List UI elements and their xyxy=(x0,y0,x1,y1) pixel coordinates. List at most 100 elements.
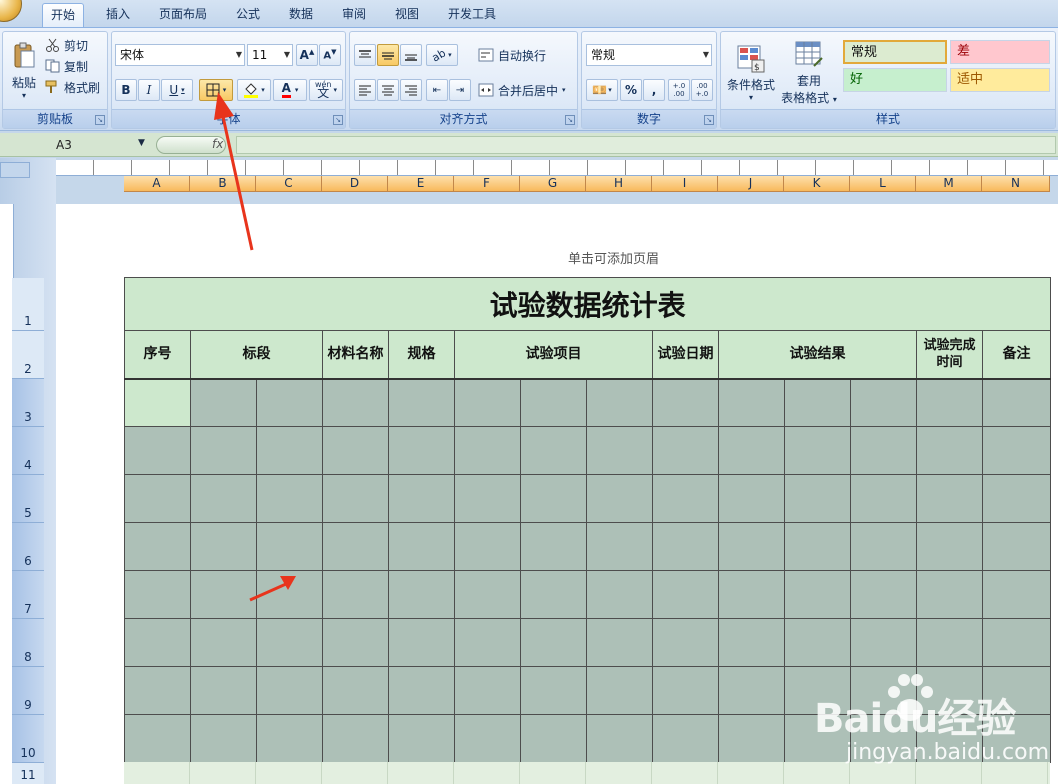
table-cell[interactable] xyxy=(520,426,587,475)
tab-view[interactable]: 视图 xyxy=(387,3,427,27)
table-cell[interactable] xyxy=(124,666,191,715)
table-cell[interactable] xyxy=(916,570,983,619)
table-cell[interactable] xyxy=(718,378,785,427)
table-cell[interactable] xyxy=(586,426,653,475)
table-cell[interactable] xyxy=(256,426,323,475)
header-cell[interactable]: 试验日期 xyxy=(652,330,719,380)
increase-indent-button[interactable]: ⇥ xyxy=(449,79,471,101)
column-header-g[interactable]: G xyxy=(520,176,586,192)
row-header-9[interactable]: 9 xyxy=(12,667,44,715)
table-cell[interactable] xyxy=(916,522,983,571)
table-cell[interactable] xyxy=(916,378,983,427)
table-cell[interactable] xyxy=(520,378,587,427)
active-cell[interactable] xyxy=(124,378,191,427)
cut-button[interactable]: 剪切 xyxy=(45,36,88,54)
percent-button[interactable]: % xyxy=(620,79,642,101)
currency-button[interactable]: 💴 ▾ xyxy=(586,79,618,101)
table-cell[interactable] xyxy=(322,618,389,667)
table-cell[interactable] xyxy=(454,714,521,763)
table-cell[interactable] xyxy=(586,666,653,715)
table-cell[interactable] xyxy=(652,474,719,523)
table-cell[interactable] xyxy=(981,522,1052,571)
table-cell[interactable] xyxy=(454,666,521,715)
header-cell[interactable]: 试验结果 xyxy=(718,330,917,380)
column-header-c[interactable]: C xyxy=(256,176,322,192)
table-cell[interactable] xyxy=(322,378,389,427)
row-header-3[interactable]: 3 xyxy=(12,379,44,427)
format-painter-button[interactable]: 格式刷 xyxy=(45,78,100,96)
table-cell[interactable] xyxy=(388,522,455,571)
table-cell[interactable] xyxy=(388,570,455,619)
table-cell[interactable] xyxy=(784,618,851,667)
column-header-d[interactable]: D xyxy=(322,176,388,192)
table-cell[interactable] xyxy=(256,570,323,619)
merge-center-button[interactable]: 合并后居中 ▾ xyxy=(478,80,566,100)
style-neutral[interactable]: 适中 xyxy=(950,68,1050,92)
alignment-launcher-icon[interactable]: ↘ xyxy=(565,115,575,125)
row-header-6[interactable]: 6 xyxy=(12,523,44,571)
table-cell[interactable] xyxy=(981,618,1052,667)
column-header-a[interactable]: A xyxy=(124,176,190,192)
tab-developer[interactable]: 开发工具 xyxy=(440,3,504,27)
table-cell[interactable] xyxy=(124,474,191,523)
tab-page-layout[interactable]: 页面布局 xyxy=(151,3,215,27)
row-header-10[interactable]: 10 xyxy=(12,715,44,763)
table-cell[interactable] xyxy=(124,714,191,763)
table-cell[interactable] xyxy=(784,426,851,475)
header-cell[interactable]: 序号 xyxy=(124,330,191,380)
tab-formulas[interactable]: 公式 xyxy=(228,3,268,27)
column-header-f[interactable]: F xyxy=(454,176,520,192)
table-cell[interactable] xyxy=(190,570,257,619)
table-cell[interactable] xyxy=(718,618,785,667)
row-header-8[interactable]: 8 xyxy=(12,619,44,667)
table-cell[interactable] xyxy=(322,522,389,571)
table-cell[interactable] xyxy=(388,666,455,715)
table-cell[interactable] xyxy=(850,618,917,667)
table-cell[interactable] xyxy=(718,666,785,715)
tab-review[interactable]: 审阅 xyxy=(334,3,374,27)
column-header-h[interactable]: H xyxy=(586,176,652,192)
table-cell[interactable] xyxy=(388,618,455,667)
table-cell[interactable] xyxy=(256,714,323,763)
table-cell[interactable] xyxy=(388,378,455,427)
table-cell[interactable] xyxy=(190,426,257,475)
table-cell[interactable] xyxy=(190,618,257,667)
table-cell[interactable] xyxy=(388,474,455,523)
header-cell[interactable]: 标段 xyxy=(190,330,323,380)
column-header-m[interactable]: M xyxy=(916,176,982,192)
insert-function-icon[interactable]: fx xyxy=(212,137,223,151)
table-cell[interactable] xyxy=(388,426,455,475)
table-cell[interactable] xyxy=(586,570,653,619)
table-cell[interactable] xyxy=(652,522,719,571)
orientation-button[interactable]: ab ▾ xyxy=(426,44,458,66)
table-cell[interactable] xyxy=(718,426,785,475)
table-cell[interactable] xyxy=(256,474,323,523)
font-size-select[interactable]: 11 ▼ xyxy=(247,44,293,66)
row-header-7[interactable]: 7 xyxy=(12,571,44,619)
table-cell[interactable] xyxy=(520,666,587,715)
italic-button[interactable]: I xyxy=(138,79,160,101)
table-cell[interactable] xyxy=(586,378,653,427)
row-header-2[interactable]: 2 xyxy=(12,331,44,379)
font-color-button[interactable]: A ▾ xyxy=(273,79,307,101)
name-box[interactable]: A3 xyxy=(0,135,148,155)
table-cell[interactable] xyxy=(520,618,587,667)
table-cell[interactable] xyxy=(718,570,785,619)
table-cell[interactable] xyxy=(652,618,719,667)
table-cell[interactable] xyxy=(850,570,917,619)
table-cell[interactable] xyxy=(916,474,983,523)
sheet-title[interactable]: 试验数据统计表 xyxy=(123,277,1052,331)
table-cell[interactable] xyxy=(454,378,521,427)
header-cell[interactable]: 试验完成时间 xyxy=(916,330,983,380)
table-cell[interactable] xyxy=(652,426,719,475)
column-header-k[interactable]: K xyxy=(784,176,850,192)
table-cell[interactable] xyxy=(652,570,719,619)
table-cell[interactable] xyxy=(454,522,521,571)
table-cell[interactable] xyxy=(322,570,389,619)
wrap-text-button[interactable]: 自动换行 xyxy=(478,45,546,65)
table-cell[interactable] xyxy=(652,378,719,427)
table-cell[interactable] xyxy=(454,570,521,619)
phonetic-button[interactable]: wén 文 ▾ xyxy=(309,79,343,101)
table-cell[interactable] xyxy=(520,570,587,619)
bold-button[interactable]: B xyxy=(115,79,137,101)
